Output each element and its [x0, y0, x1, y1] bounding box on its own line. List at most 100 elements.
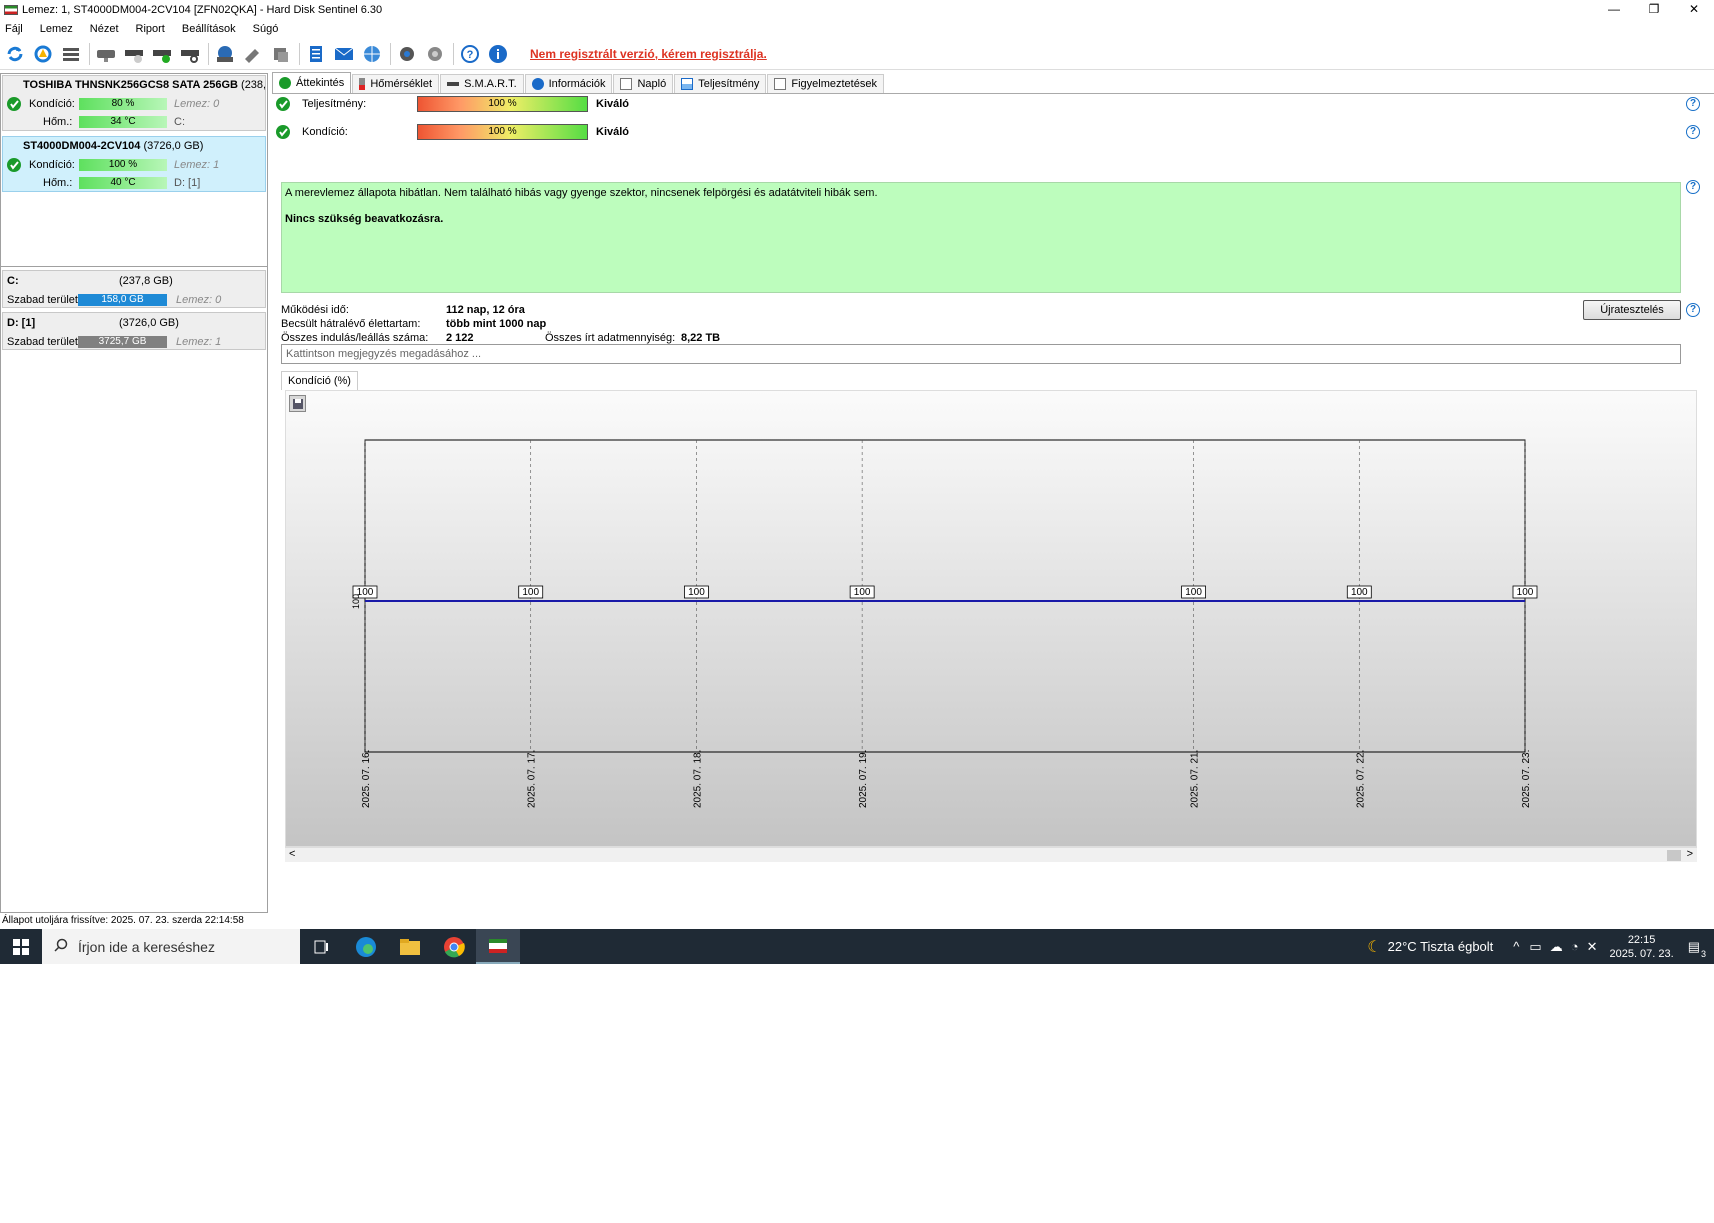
partition-name: D: [1] [7, 316, 36, 329]
scroll-left-icon[interactable]: < [289, 848, 295, 860]
help-icon[interactable]: ? [1686, 303, 1700, 317]
chart-icon [681, 78, 694, 90]
status-bar: Állapot utoljára frissítve: 2025. 07. 23… [2, 915, 244, 926]
tab-information[interactable]: Információk [524, 74, 613, 93]
disk-item-toshiba[interactable]: TOSHIBA THNSNK256GCS8 SATA 256GB (238,5 … [2, 75, 266, 131]
help-icon[interactable]: ? [1686, 180, 1700, 194]
disk-capacity: (3726,0 GB) [143, 140, 204, 152]
data-label: 100 [1185, 587, 1202, 598]
free-space-bar: 3725,7 GB [78, 335, 167, 348]
chart-tab-condition[interactable]: Kondíció (%) [281, 371, 358, 390]
tab-label: S.M.A.R.T. [464, 78, 517, 90]
performance-rating: Kiváló [596, 98, 630, 110]
help-icon[interactable]: ? [1686, 97, 1700, 111]
onedrive-icon[interactable]: ☁ [1550, 939, 1563, 955]
disk-item-seagate[interactable]: ST4000DM004-2CV104 (3726,0 GB) Kondíció:… [2, 136, 266, 192]
meet-icon[interactable]: ▭ [1529, 939, 1541, 955]
toolbar: ? Nem regisztrált verzió, kérem regisztr… [0, 38, 1714, 70]
taskbar-search[interactable]: Írjon ide a kereséshez [42, 929, 300, 964]
tab-performance[interactable]: Teljesítmény [674, 74, 767, 93]
note-field[interactable]: Kattintson megjegyzés megadásához ... [281, 344, 1681, 364]
moon-icon: ☾ [1367, 938, 1382, 956]
free-space-bar: 158,0 GB [78, 293, 167, 306]
tab-overview[interactable]: Áttekintés [272, 72, 352, 93]
tab-smart[interactable]: S.M.A.R.T. [440, 74, 524, 93]
info-icon[interactable] [486, 42, 510, 66]
disk-icon[interactable] [94, 42, 118, 66]
email-icon[interactable] [332, 42, 356, 66]
info-icon [531, 78, 544, 90]
data-label: 100 [1517, 587, 1534, 598]
svg-text:?: ? [467, 49, 474, 61]
register-link[interactable]: Nem regisztrált verzió, kérem regisztrál… [530, 47, 767, 61]
partition-d[interactable]: D: [1] (3726,0 GB) Szabad terület 3725,7… [2, 312, 266, 350]
tab-label: Teljesítmény [698, 78, 760, 90]
partition-c[interactable]: C: (237,8 GB) Szabad terület 158,0 GB Le… [2, 270, 266, 308]
clock-date: 2025. 07. 23. [1609, 947, 1674, 960]
chart-plot: 2025. 07. 16. 2025. 07. 17. 2025. 07. 18. 2… [351, 439, 1538, 808]
tab-log[interactable]: Napló [613, 74, 674, 93]
volume-muted-icon[interactable]: ✕ [1587, 939, 1598, 955]
gear-icon[interactable] [395, 42, 419, 66]
temp-bar: 34 °C [79, 116, 167, 128]
wifi-icon[interactable]: ◔ [1571, 939, 1579, 954]
weather-text[interactable]: 22°C Tiszta égbolt [1388, 939, 1494, 954]
clock[interactable]: 22:15 2025. 07. 23. [1609, 933, 1673, 961]
disk-list-icon[interactable] [59, 42, 83, 66]
file-explorer-icon[interactable] [388, 929, 432, 964]
refresh-warning-icon[interactable] [31, 42, 55, 66]
disk-ref: Lemez: 0 [176, 293, 222, 306]
hd-sentinel-window: Lemez: 1, ST4000DM004-2CV104 [ZFN02QKA] … [0, 0, 1714, 964]
scroll-right-icon[interactable]: > [1687, 848, 1693, 860]
notification-icon[interactable]: ▤ 3 [1688, 939, 1706, 959]
sound-settings-icon[interactable] [423, 42, 447, 66]
tab-warnings[interactable]: Figyelmeztetések [767, 74, 884, 93]
disk-temp-row: Hőm.: 40 °C D: [1] [3, 174, 265, 192]
minimize-button[interactable]: — [1594, 0, 1634, 20]
tools-icon[interactable] [241, 42, 265, 66]
partition-free-row: Szabad terület 3725,7 GB Lemez: 1 [3, 332, 265, 351]
backup-icon[interactable] [269, 42, 293, 66]
menu-file[interactable]: Fájl [5, 23, 23, 35]
check-icon [7, 158, 21, 172]
x-tick-label: 2025. 07. 19. [858, 750, 869, 808]
menu-disk[interactable]: Lemez [40, 23, 73, 35]
disk-check-icon[interactable] [150, 42, 174, 66]
search-placeholder: Írjon ide a kereséshez [78, 938, 215, 955]
menu-view[interactable]: Nézet [90, 23, 119, 35]
drive-icon[interactable] [213, 42, 237, 66]
menu-help[interactable]: Súgó [253, 23, 279, 35]
tab-label: Áttekintés [296, 77, 345, 89]
retest-button[interactable]: Újratesztelés [1583, 300, 1681, 320]
help-icon[interactable]: ? [1686, 125, 1700, 139]
refresh-icon[interactable] [3, 42, 27, 66]
chart-scrollbar[interactable]: < > [285, 847, 1697, 862]
chevron-up-icon[interactable]: ^ [1513, 939, 1519, 954]
disk-search-icon[interactable] [178, 42, 202, 66]
data-label: 100 [522, 587, 539, 598]
clock-time: 22:15 [1627, 933, 1656, 946]
close-button[interactable]: ✕ [1674, 0, 1714, 20]
edge-icon[interactable] [344, 929, 388, 964]
status-message-box: A merevlemez állapota hibátlan. Nem talá… [281, 182, 1681, 293]
menu-report[interactable]: Riport [136, 23, 165, 35]
report-icon[interactable] [304, 42, 328, 66]
menu-settings[interactable]: Beállítások [182, 23, 236, 35]
network-icon[interactable] [360, 42, 384, 66]
windows-start-icon[interactable] [0, 929, 42, 964]
hd-sentinel-taskbar-icon[interactable] [476, 929, 520, 964]
tab-temperature[interactable]: Hőmérséklet [352, 74, 440, 93]
status-recommendation: Nincs szükség beavatkozásra. [285, 213, 444, 225]
disk-model: ST4000DM004-2CV104 [23, 140, 141, 152]
disk-temperature-icon[interactable] [122, 42, 146, 66]
menu-bar: Fájl Lemez Nézet Riport Beállítások Súgó [0, 20, 1714, 38]
maximize-button[interactable]: ❐ [1634, 0, 1674, 20]
help-icon[interactable]: ? [458, 42, 482, 66]
check-icon [276, 97, 290, 111]
chrome-icon[interactable] [432, 929, 476, 964]
check-icon [7, 97, 21, 111]
disk-ref: Lemez: 1 [174, 159, 220, 171]
title-bar: Lemez: 1, ST4000DM004-2CV104 [ZFN02QKA] … [0, 0, 1714, 20]
task-view-icon[interactable] [300, 929, 344, 964]
scroll-thumb[interactable] [1667, 850, 1681, 861]
